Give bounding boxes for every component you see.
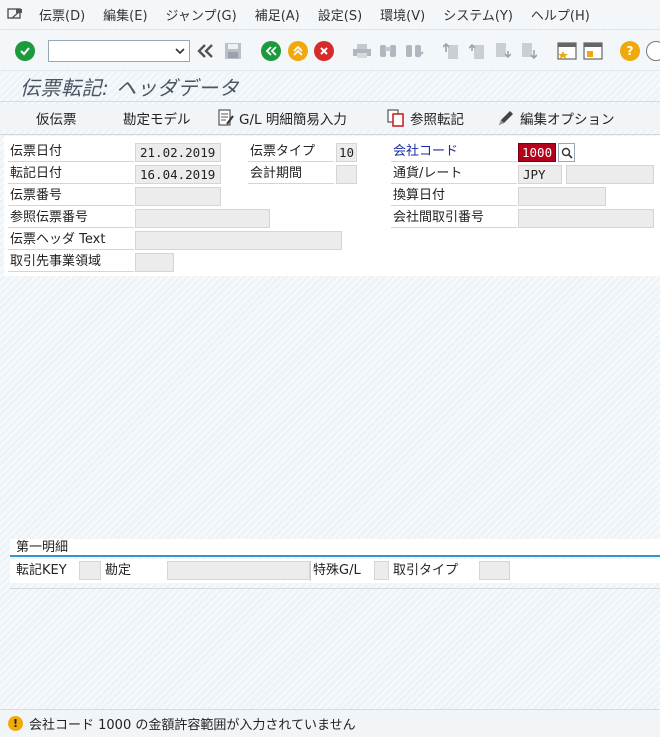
page-title: 伝票転記: ヘッダデータ [20,76,240,100]
first-page-icon[interactable] [440,40,462,62]
new-session-icon[interactable] [556,40,578,62]
customize-icon[interactable] [645,40,660,62]
item-divider-line [10,588,660,589]
find-icon[interactable] [377,40,399,62]
account-label: 勘定 [105,563,132,578]
search-help-icon[interactable] [558,143,575,162]
print-icon[interactable] [351,40,373,62]
first-item-row: 転記KEY 勘定 特殊G/L 取引タイプ [10,559,660,583]
editing-options-button[interactable]: 編集オプション [497,108,615,128]
help-icon[interactable]: ? [619,40,641,62]
first-item-title: 第一明細 [10,539,660,557]
menu-bar: 伝票(D) 編集(E) ジャンプ(G) 補足(A) 設定(S) 環境(V) シス… [0,0,660,30]
next-page-icon[interactable] [492,40,514,62]
editing-options-label: 編集オプション [520,112,615,128]
special-gl-field[interactable] [374,561,389,580]
save-icon[interactable] [222,40,244,62]
period-field[interactable] [336,165,357,184]
document-date-label: 伝票日付 [8,142,134,162]
pencil-icon [497,109,515,127]
header-text-label: 伝票ヘッダ Text [8,230,134,250]
menu-document[interactable]: 伝票(D) [30,5,94,24]
period-label: 会計期間 [248,164,334,184]
account-field[interactable] [167,561,310,580]
account-model-label: 勘定モデル [123,112,191,128]
shortcut-icon[interactable] [582,40,604,62]
find-next-icon[interactable] [403,40,425,62]
check-icon[interactable] [14,40,36,62]
content-divider [0,134,660,135]
translation-date-label: 換算日付 [391,186,517,206]
title-divider [0,101,660,102]
menu-edit[interactable]: 編集(E) [94,5,156,24]
double-left-icon[interactable] [195,40,217,62]
post-with-reference-label: 参照転記 [410,112,464,128]
exit-icon[interactable] [287,40,309,62]
transaction-type-label: 取引タイプ [393,563,459,578]
translation-date-field[interactable] [518,187,606,206]
exchange-rate-field[interactable] [566,165,654,184]
cross-cc-number-label: 会社間取引番号 [391,208,517,228]
previous-page-icon[interactable] [466,40,488,62]
posting-key-field[interactable] [79,561,101,580]
last-page-icon[interactable] [518,40,540,62]
document-type-field[interactable]: 10 [336,143,357,162]
company-code-label[interactable]: 会社コード [391,142,517,162]
menu-system[interactable]: システム(Y) [434,5,522,24]
menu-icon[interactable] [0,0,30,30]
posting-date-label: 転記日付 [8,164,134,184]
posting-date-field[interactable]: 16.04.2019 [135,165,221,184]
document-type-label: 伝票タイプ [248,142,334,162]
command-field[interactable] [48,40,190,62]
currency-field[interactable]: JPY [518,165,562,184]
header-text-field[interactable] [135,231,342,250]
reference-field[interactable] [135,209,270,228]
cross-cc-number-field[interactable] [518,209,654,228]
held-document-label: 仮伝票 [36,112,77,128]
document-number-field[interactable] [135,187,221,206]
standard-toolbar: ? [0,31,660,71]
document-pen-icon [218,109,234,127]
held-document-button[interactable]: 仮伝票 [36,108,77,128]
gl-fast-entry-button[interactable]: G/L 明細簡易入力 [218,108,347,128]
company-code-field[interactable]: 1000 [518,143,556,162]
status-message: 会社コード 1000 の金額許容範囲が入力されていません [29,718,356,733]
transaction-type-field[interactable] [479,561,510,580]
trading-part-ba-field[interactable] [135,253,174,272]
trading-part-ba-label: 取引先事業領域 [8,252,134,272]
header-data-panel: 伝票日付 21.02.2019 転記日付 16.04.2019 伝票番号 参照伝… [4,136,660,276]
document-date-field[interactable]: 21.02.2019 [135,143,221,162]
menu-settings[interactable]: 設定(S) [309,5,371,24]
copy-document-icon [387,109,405,127]
menu-goto[interactable]: ジャンプ(G) [157,5,246,24]
account-model-button[interactable]: 勘定モデル [123,108,191,128]
post-with-reference-button[interactable]: 参照転記 [387,108,464,128]
item-divider [310,561,311,581]
menu-extras[interactable]: 補足(A) [246,5,309,24]
menu-environment[interactable]: 環境(V) [371,5,434,24]
document-number-label: 伝票番号 [8,186,134,206]
menu-help[interactable]: ヘルプ(H) [522,5,599,24]
application-toolbar: 仮伝票 勘定モデル G/L 明細簡易入力 参照転記 編集オプション [0,104,660,130]
posting-key-label: 転記KEY [16,563,67,578]
dropdown-icon[interactable] [175,47,185,55]
gl-fast-entry-label: G/L 明細簡易入力 [239,112,347,128]
cancel-icon[interactable] [313,40,335,62]
back-icon[interactable] [260,40,282,62]
reference-label: 参照伝票番号 [8,208,134,228]
status-bar[interactable]: ! 会社コード 1000 の金額許容範囲が入力されていません [0,709,660,737]
warning-icon: ! [8,716,23,731]
currency-rate-label: 通貨/レート [391,164,517,184]
special-gl-label: 特殊G/L [313,563,361,578]
